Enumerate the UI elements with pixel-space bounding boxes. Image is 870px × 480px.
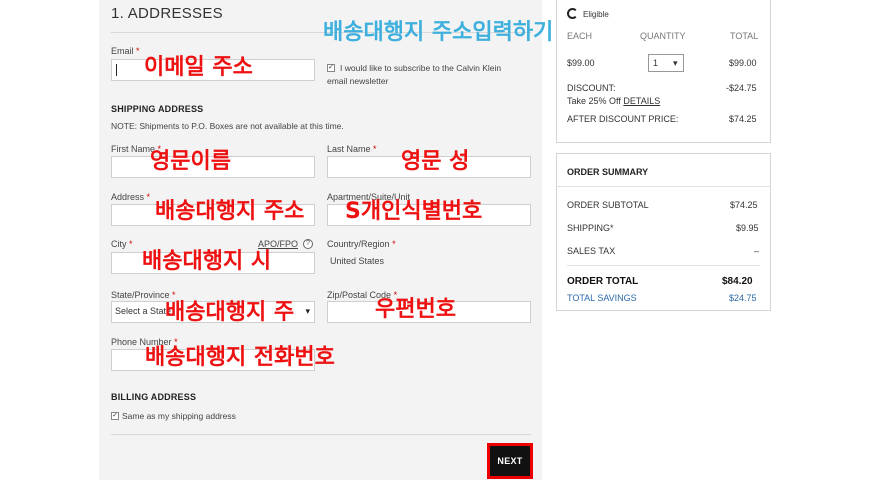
sales-tax-label: SALES TAX	[567, 246, 616, 256]
sales-tax-value: –	[754, 246, 760, 256]
total-savings-value: $24.75	[729, 293, 757, 303]
subtotal-value: $74.25	[730, 200, 758, 210]
required-mark: *	[129, 239, 133, 249]
annotation-last-name: 영문 성	[401, 149, 470, 174]
help-icon[interactable]: ?	[303, 239, 313, 249]
after-discount-value: $74.25	[729, 114, 757, 124]
required-mark: *	[136, 46, 140, 56]
required-mark: *	[373, 144, 377, 154]
state-select-value: Select a State	[115, 306, 172, 316]
order-total-value: $84.20	[722, 276, 753, 287]
after-discount-label: AFTER DISCOUNT PRICE:	[567, 114, 679, 124]
col-total: TOTAL	[730, 31, 759, 41]
email-label-text: Email	[111, 46, 134, 56]
last-name-label-text: Last Name	[327, 144, 371, 154]
subscribe-checkbox[interactable]: ✓	[327, 64, 335, 72]
eligible-text: Eligible	[583, 10, 609, 19]
state-label-text: State/Province	[111, 290, 170, 300]
total-divider	[567, 265, 760, 266]
order-total-label: ORDER TOTAL	[567, 276, 639, 287]
country-label-text: Country/Region	[327, 239, 390, 249]
annotation-city: 배송대행지 시	[142, 249, 272, 274]
discount-description: Take 25% Off DETAILS	[567, 96, 660, 106]
discount-label: DISCOUNT:	[567, 83, 616, 93]
total-savings-label: TOTAL SAVINGS	[567, 293, 637, 303]
discount-desc-text: Take 25% Off	[567, 96, 621, 106]
quantity-value: 1	[653, 58, 659, 68]
annotation-state: 배송대행지 주	[165, 300, 295, 325]
form-bottom-divider	[111, 434, 531, 435]
first-name-label-text: First Name	[111, 144, 156, 154]
city-label-text: City	[111, 239, 127, 249]
address-label: Address *	[111, 192, 150, 202]
chevron-down-icon: ▾	[673, 58, 678, 68]
col-quantity: QUANTITY	[640, 31, 686, 41]
checkout-page: 1. ADDRESSES Email * ✓ I would like to s…	[0, 0, 870, 480]
annotation-address: 배송대행지 주소	[155, 199, 305, 224]
price-each: $99.00	[567, 58, 595, 68]
subscribe-text-line2: email newsletter	[327, 76, 389, 86]
annotation-zip: 우편번호	[375, 297, 456, 322]
summary-divider	[557, 186, 770, 187]
shipping-address-heading: SHIPPING ADDRESS	[111, 104, 204, 114]
annotation-first-name: 영문이름	[150, 149, 231, 174]
required-mark: *	[146, 192, 151, 202]
order-summary-heading: ORDER SUMMARY	[567, 167, 649, 177]
annotation-email: 이메일 주소	[144, 55, 253, 80]
po-box-note: NOTE: Shipments to P.O. Boxes are not av…	[111, 121, 344, 131]
country-label: Country/Region *	[327, 239, 396, 249]
email-label: Email *	[111, 46, 140, 56]
subtotal-label: ORDER SUBTOTAL	[567, 200, 649, 210]
shipping-label: SHIPPING*	[567, 223, 614, 233]
last-name-label: Last Name *	[327, 144, 377, 154]
annotation-apartment: S개인식별번호	[345, 199, 483, 224]
billing-address-heading: BILLING ADDRESS	[111, 392, 197, 402]
annotation-header: 배송대행지 주소입력하기	[323, 20, 554, 45]
country-value: United States	[330, 256, 385, 266]
quantity-select[interactable]: 1 ▾	[648, 54, 684, 72]
address-label-text: Address	[111, 192, 145, 202]
annotation-phone: 배송대행지 전화번호	[145, 345, 335, 370]
col-each: EACH	[567, 31, 593, 41]
apo-fpo-link[interactable]: APO/FPO	[258, 239, 298, 249]
subscribe-text-line1: I would like to subscribe to the Calvin …	[340, 63, 502, 73]
details-link[interactable]: DETAILS	[623, 96, 660, 106]
same-as-shipping-checkbox[interactable]: ✓	[111, 412, 119, 420]
shipping-value: $9.95	[736, 223, 759, 233]
page-title: 1. ADDRESSES	[111, 5, 223, 22]
city-label: City *	[111, 239, 133, 249]
text-caret	[116, 64, 117, 76]
chevron-down-icon: ▾	[305, 306, 310, 316]
discount-value: -$24.75	[726, 83, 757, 93]
same-as-shipping-text: Same as my shipping address	[122, 411, 236, 421]
required-mark: *	[392, 239, 396, 249]
eligible-icon	[567, 8, 578, 19]
next-button[interactable]: NEXT	[487, 443, 533, 479]
required-mark: *	[172, 290, 176, 300]
price-total: $99.00	[729, 58, 757, 68]
state-label: State/Province *	[111, 290, 176, 300]
